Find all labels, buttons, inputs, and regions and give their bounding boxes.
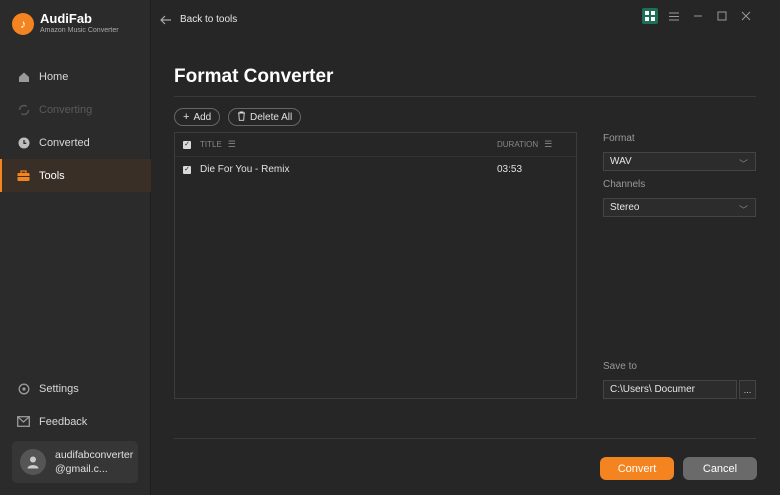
format-value: WAV xyxy=(610,156,632,167)
account-card[interactable]: audifabconverter@gmail.c... xyxy=(12,441,138,483)
sidebar-item-label: Settings xyxy=(39,382,79,395)
add-button-label: Add xyxy=(193,111,212,123)
audifab-logo-icon: ♪ xyxy=(12,12,34,35)
sidebar-bottom-nav: Settings Feedback xyxy=(0,372,151,438)
column-duration[interactable]: DURATION ☰ xyxy=(497,139,552,150)
app-subtitle: Amazon Music Converter xyxy=(40,27,119,34)
sidebar-item-converted[interactable]: Converted xyxy=(0,126,151,159)
chevron-down-icon: ﹀ xyxy=(738,159,748,169)
sidebar-item-settings[interactable]: Settings xyxy=(0,372,151,405)
avatar xyxy=(20,449,46,475)
format-label: Format xyxy=(603,133,635,144)
close-icon[interactable] xyxy=(738,8,754,24)
channels-label: Channels xyxy=(603,179,646,190)
trash-icon xyxy=(237,111,246,124)
channels-value: Stereo xyxy=(610,202,640,213)
app-name: AudiFab xyxy=(40,11,92,26)
gear-icon xyxy=(17,382,30,395)
sidebar-item-tools[interactable]: Tools xyxy=(0,159,151,192)
column-title[interactable]: TITLE ☰ xyxy=(200,139,236,150)
sync-icon xyxy=(17,103,30,116)
track-duration: 03:53 xyxy=(497,164,523,175)
menu-icon[interactable] xyxy=(666,8,682,24)
browse-button[interactable]: ... xyxy=(739,380,756,399)
toolbox-icon xyxy=(17,169,30,182)
chevron-down-icon: ﹀ xyxy=(738,205,748,215)
sidebar: ♪ AudiFab Amazon Music Converter Home Co… xyxy=(0,0,151,495)
back-to-tools-link[interactable]: Back to tools xyxy=(160,14,237,25)
sidebar-item-label: Home xyxy=(39,70,69,83)
table-row[interactable]: ✓ Die For You - Remix 03:53 xyxy=(175,157,576,182)
row-checkbox[interactable]: ✓ xyxy=(183,165,191,174)
delete-all-button[interactable]: Delete All xyxy=(228,108,302,126)
sidebar-nav: Home Converting Converted Tools xyxy=(0,60,151,192)
format-select[interactable]: WAV ﹀ xyxy=(603,152,756,171)
sidebar-item-converting[interactable]: Converting xyxy=(0,93,151,126)
maximize-icon[interactable] xyxy=(714,8,730,24)
sidebar-item-feedback[interactable]: Feedback xyxy=(0,405,151,438)
back-label: Back to tools xyxy=(180,14,238,25)
add-button[interactable]: + Add xyxy=(174,108,221,126)
divider xyxy=(174,438,756,439)
home-icon xyxy=(17,70,30,83)
column-title-label: TITLE xyxy=(200,140,222,149)
save-to-input[interactable]: C:\Users\ Documer xyxy=(603,380,737,399)
delete-all-label: Delete All xyxy=(250,111,293,123)
convert-button[interactable]: Convert xyxy=(600,457,674,480)
sidebar-item-home[interactable]: Home xyxy=(0,60,151,93)
select-all-checkbox[interactable]: ✓ xyxy=(183,140,191,149)
sidebar-item-label: Converted xyxy=(39,136,90,149)
sidebar-item-label: Tools xyxy=(39,169,65,182)
sort-icon: ☰ xyxy=(227,139,236,149)
page-title: Format Converter xyxy=(174,66,334,87)
grid-icon[interactable] xyxy=(642,8,658,24)
table-header: ✓ TITLE ☰ DURATION ☰ xyxy=(175,133,576,157)
brand: ♪ AudiFab Amazon Music Converter xyxy=(12,12,119,35)
sidebar-item-label: Converting xyxy=(39,103,93,116)
track-table: ✓ TITLE ☰ DURATION ☰ ✓ Die For You - Rem… xyxy=(174,132,577,399)
save-to-label: Save to xyxy=(603,361,637,372)
plus-icon: + xyxy=(183,111,190,123)
sidebar-item-label: Feedback xyxy=(39,415,88,428)
track-title: Die For You - Remix xyxy=(200,164,290,175)
sort-icon: ☰ xyxy=(544,139,553,149)
minimize-icon[interactable] xyxy=(690,8,706,24)
divider xyxy=(174,96,756,97)
clock-icon xyxy=(17,136,30,149)
mail-icon xyxy=(17,415,30,428)
cancel-button[interactable]: Cancel xyxy=(683,457,757,480)
arrow-left-icon xyxy=(160,15,171,24)
channels-select[interactable]: Stereo ﹀ xyxy=(603,198,756,217)
window-controls xyxy=(642,8,754,24)
column-duration-label: DURATION xyxy=(497,140,539,149)
account-email: audifabconverter@gmail.c... xyxy=(55,449,134,475)
